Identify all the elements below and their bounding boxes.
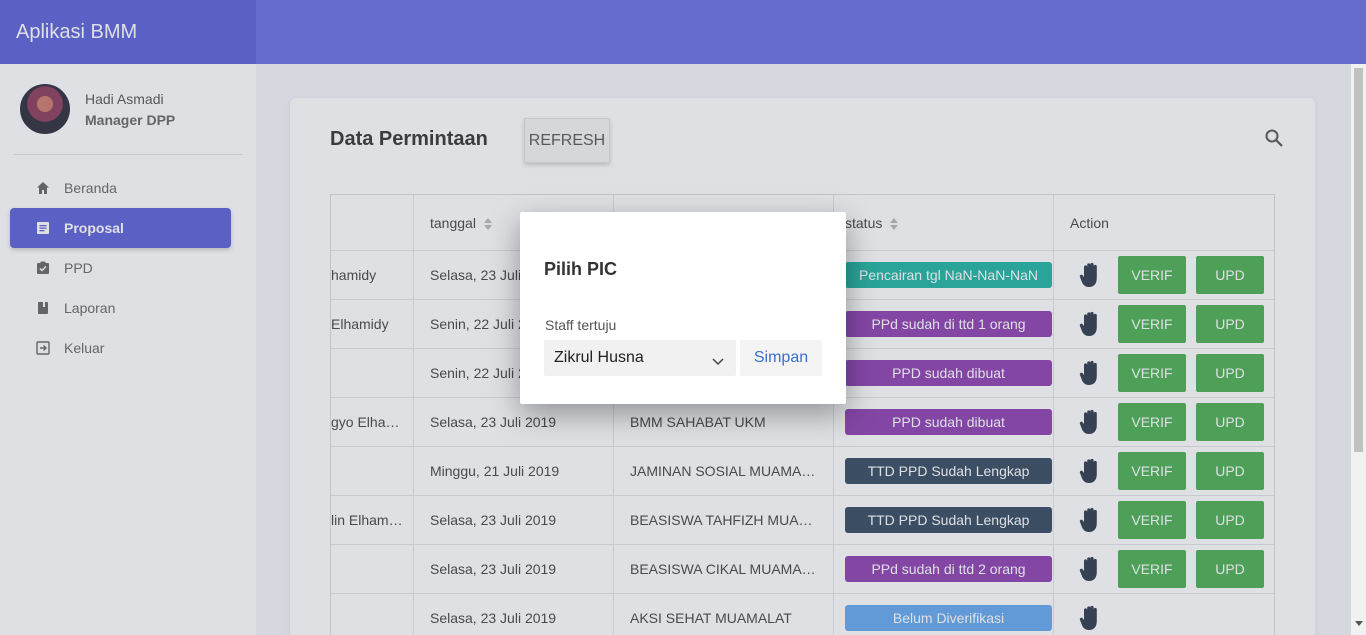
staff-field-label: Staff tertuju [545, 317, 617, 333]
chevron-down-icon [712, 353, 724, 366]
pilih-pic-dialog: Pilih PIC Staff tertuju Zikrul Husna Sim… [520, 212, 846, 404]
staff-select-value: Zikrul Husna [554, 349, 644, 366]
scrollbar-thumb[interactable] [1354, 68, 1363, 452]
save-button[interactable]: Simpan [740, 340, 822, 376]
staff-select[interactable]: Zikrul Husna [544, 340, 736, 376]
dialog-title: Pilih PIC [544, 259, 618, 279]
scrollbar[interactable] [1351, 64, 1366, 635]
scroll-down-arrow-icon[interactable] [1355, 621, 1363, 626]
